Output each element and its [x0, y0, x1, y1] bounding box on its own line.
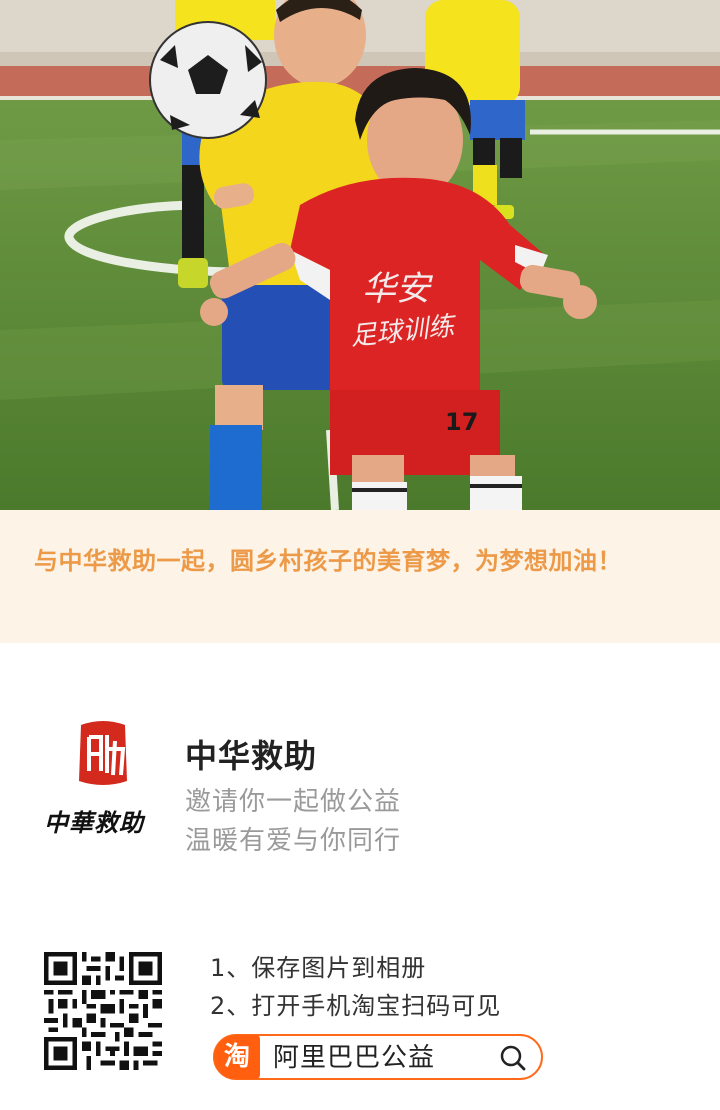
slogan-text: 与中华救助一起，圆乡村孩子的美育梦，为梦想加油！: [34, 547, 622, 575]
search-query: 阿里巴巴公益: [273, 1043, 436, 1073]
soccer-kids-illustration: 华安 足球训练 17: [0, 0, 720, 510]
search-box[interactable]: 淘 阿里巴巴公益: [213, 1034, 543, 1080]
org-card: 中華救助 中华救助 邀请你一起做公益 温暖有爱与你同行: [0, 643, 720, 923]
step-save-image: 1、保存图片到相册: [210, 954, 427, 982]
jersey-number: 17: [445, 408, 478, 436]
org-name: 中华救助: [185, 737, 318, 775]
org-logo: 中華救助: [40, 715, 170, 845]
step-open-taobao: 2、打开手机淘宝扫码可见: [210, 992, 502, 1020]
org-logo-text: 中華救助: [44, 808, 144, 837]
org-warmth-line: 温暖有爱与你同行: [185, 826, 402, 856]
taobao-icon: 淘: [214, 1035, 260, 1079]
org-invite-line: 邀请你一起做公益: [185, 787, 402, 817]
magnifier-icon[interactable]: [499, 1044, 527, 1072]
slogan-banner: 与中华救助一起，圆乡村孩子的美育梦，为梦想加油！: [0, 510, 720, 643]
qr-code-icon[interactable]: [42, 952, 164, 1070]
seal-icon: [79, 721, 127, 785]
jersey-text-1: 华安: [362, 269, 434, 309]
hero-photo: 华安 足球训练 17: [0, 0, 720, 510]
